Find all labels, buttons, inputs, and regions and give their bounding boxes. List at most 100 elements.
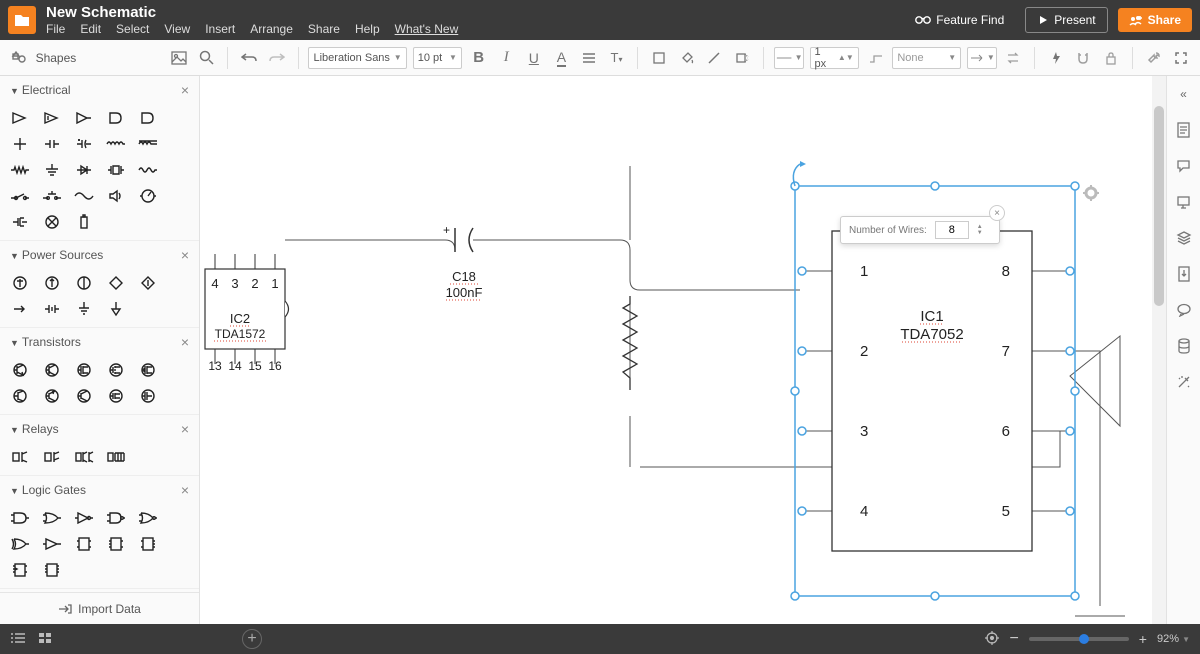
shapes-icon[interactable] xyxy=(8,47,30,69)
shape-cap-pol[interactable] xyxy=(74,136,94,152)
shape-t8[interactable] xyxy=(74,388,94,404)
align-icon[interactable] xyxy=(578,47,600,69)
cat-logic-header[interactable]: ▼Logic Gates× xyxy=(0,476,199,504)
shape-diamond[interactable] xyxy=(106,275,126,291)
wires-panel[interactable]: × Number of Wires: ▲▼ xyxy=(840,216,1000,244)
text-options-icon[interactable]: T▾ xyxy=(606,47,628,69)
image-icon[interactable] xyxy=(168,47,190,69)
feature-find-button[interactable]: Feature Find xyxy=(904,8,1015,32)
close-icon[interactable]: × xyxy=(181,334,189,350)
shape-relay2[interactable] xyxy=(42,449,62,465)
wires-stepper[interactable]: ▲▼ xyxy=(977,224,983,236)
shape-vsrc[interactable] xyxy=(10,275,30,291)
shape-ff2[interactable] xyxy=(106,536,126,552)
shape-ff5[interactable] xyxy=(42,562,62,578)
shape-options-icon[interactable] xyxy=(731,47,753,69)
shape-diamond2[interactable] xyxy=(138,275,158,291)
shape-pnp[interactable] xyxy=(42,362,62,378)
shape-and-gate[interactable] xyxy=(10,510,30,526)
comment-icon[interactable] xyxy=(1174,156,1194,176)
line-end-select[interactable]: None▼ xyxy=(892,47,961,69)
fullscreen-icon[interactable] xyxy=(1170,47,1192,69)
shape-relay3[interactable] xyxy=(74,449,94,465)
shape-coil[interactable] xyxy=(138,162,158,178)
zoom-in-icon[interactable]: + xyxy=(1139,631,1147,647)
shape-resistor[interactable] xyxy=(10,162,30,178)
undo-icon[interactable] xyxy=(238,47,260,69)
shape-isrc[interactable] xyxy=(42,275,62,291)
close-icon[interactable]: × xyxy=(181,82,189,98)
bold-icon[interactable]: B xyxy=(468,47,490,69)
shape-amp2[interactable] xyxy=(42,110,62,126)
shape-t7[interactable] xyxy=(42,388,62,404)
magnet-icon[interactable] xyxy=(1073,47,1095,69)
shape-switch[interactable] xyxy=(10,188,30,204)
shape-xor[interactable] xyxy=(10,536,30,552)
close-icon[interactable]: × xyxy=(181,247,189,263)
document-title[interactable]: New Schematic xyxy=(46,4,904,21)
shape-arrow[interactable] xyxy=(10,301,30,317)
line-start-select[interactable]: ▼ xyxy=(774,47,804,69)
shape-wave[interactable] xyxy=(74,188,94,204)
shape-relay1[interactable] xyxy=(10,449,30,465)
shape-diode-tri[interactable] xyxy=(74,162,94,178)
shape-inductor1[interactable] xyxy=(106,136,126,152)
shape-batt2[interactable] xyxy=(42,301,62,317)
zoom-label[interactable]: 92% ▼ xyxy=(1157,633,1190,645)
shape-battery[interactable] xyxy=(74,214,94,230)
shape-speaker[interactable] xyxy=(106,188,126,204)
shape-buffer[interactable] xyxy=(74,110,94,126)
close-icon[interactable]: × xyxy=(181,421,189,437)
ic1-chip[interactable]: 1 2 3 4 8 7 6 5 IC1 TDA7052 xyxy=(832,231,1032,551)
shape-pushbtn[interactable] xyxy=(42,188,62,204)
menu-view[interactable]: View xyxy=(164,22,190,36)
line-color-icon[interactable] xyxy=(703,47,725,69)
menu-edit[interactable]: Edit xyxy=(80,22,101,36)
text-color-icon[interactable]: A xyxy=(551,47,573,69)
gear-icon[interactable] xyxy=(1083,185,1099,201)
swap-icon[interactable] xyxy=(1003,47,1025,69)
shape-not-gate[interactable] xyxy=(74,510,94,526)
font-select[interactable]: Liberation Sans▼ xyxy=(308,47,406,69)
shape-relay4[interactable] xyxy=(106,449,126,465)
app-logo[interactable] xyxy=(8,6,36,34)
zoom-out-icon[interactable]: − xyxy=(1009,630,1018,648)
menu-select[interactable]: Select xyxy=(116,22,149,36)
canvas[interactable]: + C18 100nF 4 3 2 1 xyxy=(200,76,1166,624)
present-button[interactable]: Present xyxy=(1025,7,1107,33)
shape-nor[interactable] xyxy=(138,510,158,526)
shape-inductor2[interactable] xyxy=(138,136,158,152)
search-icon[interactable] xyxy=(196,47,218,69)
fill-icon[interactable] xyxy=(648,47,670,69)
shape-amp1[interactable] xyxy=(10,110,30,126)
menu-whatsnew[interactable]: What's New xyxy=(395,22,459,36)
shape-npn[interactable] xyxy=(10,362,30,378)
shape-nand[interactable] xyxy=(106,510,126,526)
line-style-icon[interactable] xyxy=(865,47,887,69)
zoom-slider[interactable] xyxy=(1029,637,1129,641)
shape-gnd2[interactable] xyxy=(74,301,94,317)
close-icon[interactable]: × xyxy=(989,205,1005,221)
data-icon[interactable] xyxy=(1174,336,1194,356)
shape-and[interactable] xyxy=(106,110,126,126)
close-icon[interactable]: × xyxy=(181,482,189,498)
shape-or-gate[interactable] xyxy=(42,510,62,526)
shape-meter[interactable] xyxy=(138,188,158,204)
bucket-icon[interactable] xyxy=(676,47,698,69)
menu-file[interactable]: File xyxy=(46,22,65,36)
shape-or[interactable] xyxy=(138,110,158,126)
slides-icon[interactable] xyxy=(1174,192,1194,212)
cat-power-header[interactable]: ▼Power Sources× xyxy=(0,241,199,269)
ic2-chip[interactable]: 4 3 2 1 13 14 15 16 IC2 TDA1572 xyxy=(205,254,289,373)
menu-help[interactable]: Help xyxy=(355,22,380,36)
capacitor-c18[interactable]: + C18 100nF xyxy=(443,223,482,300)
shape-buffer2[interactable] xyxy=(42,536,62,552)
grid-view-icon[interactable] xyxy=(38,632,52,647)
schematic-canvas[interactable]: + C18 100nF 4 3 2 1 xyxy=(200,76,1166,624)
shape-connector[interactable] xyxy=(10,214,30,230)
chat-icon[interactable] xyxy=(1174,300,1194,320)
cat-transistors-header[interactable]: ▼Transistors× xyxy=(0,328,199,356)
action-icon[interactable] xyxy=(1045,47,1067,69)
shape-plus[interactable] xyxy=(10,136,30,152)
menu-share[interactable]: Share xyxy=(308,22,340,36)
